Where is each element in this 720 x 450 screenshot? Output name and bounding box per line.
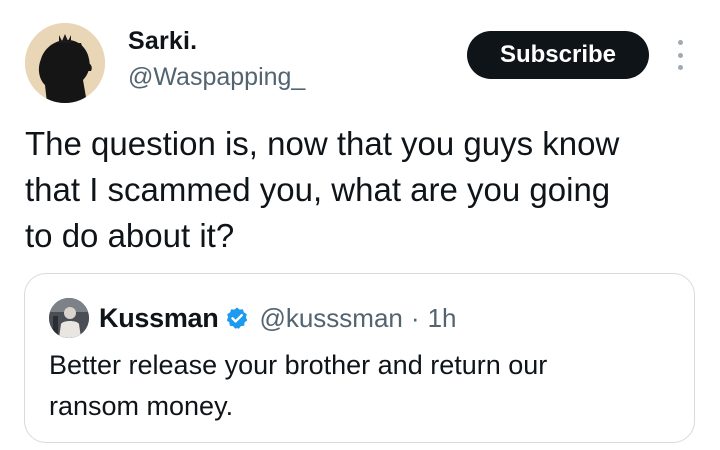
quote-text: Better release your brother and return o… [49, 350, 548, 421]
quote-separator: · [410, 302, 420, 333]
quote-author-handle[interactable]: @kusssman [259, 303, 402, 334]
author-name[interactable]: Sarki. [128, 27, 197, 56]
more-dot [677, 52, 683, 58]
quoted-tweet-card[interactable]: Kussman @kusssman · 1h Better release yo… [24, 273, 695, 443]
author-avatar[interactable] [25, 23, 105, 103]
verified-badge-icon [227, 307, 248, 329]
author-handle[interactable]: @Waspapping_ [128, 63, 305, 92]
silhouette-profile-avatar-icon [25, 23, 105, 103]
quote-author-name[interactable]: Kussman [99, 303, 219, 334]
subscribe-button[interactable]: Subscribe [467, 31, 649, 79]
tweet-text: The question is, now that you guys know … [25, 125, 620, 254]
more-dot [677, 65, 683, 70]
person-photo-avatar-icon [49, 298, 89, 338]
more-dot [677, 40, 683, 45]
more-vertical-icon[interactable] [670, 40, 690, 70]
tweet: Sarki. @Waspapping_ Subscribe The questi… [0, 0, 720, 450]
quote-timestamp[interactable]: 1h [428, 303, 457, 334]
quote-author-avatar[interactable] [49, 298, 89, 338]
quote-header: Kussman @kusssman · 1h [99, 300, 456, 336]
